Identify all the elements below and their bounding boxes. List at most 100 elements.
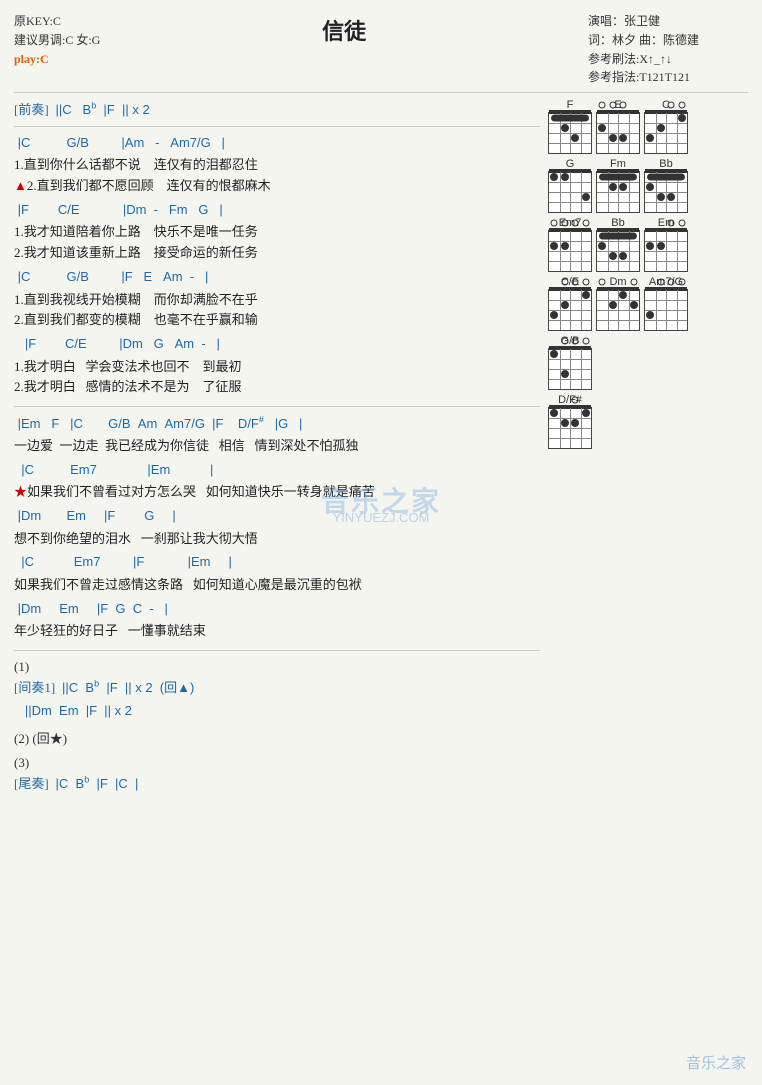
chorus-lyric-1: 一边爱 一边走 我已经成为你信徒 相信 情到深处不怕孤独 — [14, 436, 540, 457]
chord-bb: Bb — [644, 158, 688, 213]
divider-4 — [14, 650, 540, 651]
lyric-1-1: 1.直到你什么话都不说 连仅有的泪都忍住 — [14, 155, 540, 176]
interlude1-chords: [间奏1] ||C Bb |F || x 2 (回▲) — [14, 677, 540, 698]
chorus-lyrics3: 想不到你绝望的泪水 一刹那让我大彻大悟 — [14, 529, 540, 550]
interlude1-chord-2: ||Dm Em |F || x 2 — [14, 703, 132, 718]
chorus-chord-5: |Dm Em |F G C - | — [14, 601, 168, 616]
chord-bb2: Bb — [596, 217, 640, 272]
chord-dfs-grid — [548, 407, 592, 449]
chord-row-1: F — [548, 99, 748, 154]
strum-label: 参考刷法:X↑_↑↓ — [588, 50, 748, 68]
chord-dm: Dm — [596, 276, 640, 331]
chorus-chords2: |C Em7 |Em | — [14, 460, 540, 480]
part-2: (2) (回★) — [14, 728, 540, 747]
chorus-lyric-3: 想不到你绝望的泪水 一刹那让我大彻大悟 — [14, 529, 540, 550]
interlude1-chords2: ||Dm Em |F || x 2 — [14, 701, 540, 721]
lyric-3-2: 2.直到我们都变的模糊 也毫不在乎赢和输 — [14, 310, 540, 331]
interlude1-label: [间奏1] — [14, 680, 55, 695]
page: 原KEY:C 建议男调:C 女:G play:C 信徒 演唱：张卫健 词：林夕 … — [0, 0, 762, 1085]
verse1-chords4: |F C/E |Dm G Am - | — [14, 334, 540, 354]
lyric-1-2: ▲2.直到我们都不愿回顾 连仅有的恨都麻木 — [14, 176, 540, 197]
chord-row-4: C/E — [548, 276, 748, 331]
chord-row-6: D/F# — [548, 394, 748, 449]
chorus-chord-4: |C Em7 |F |Em | — [14, 554, 232, 569]
lyric-2-2: 2.我才知道该重新上路 接受命运的新任务 — [14, 243, 540, 264]
lyric-4-1: 1.我才明白 学会变法术也回不 到最初 — [14, 357, 540, 378]
watermark-url: YINYUEZJ.COM — [333, 510, 430, 525]
header: 原KEY:C 建议男调:C 女:G play:C 信徒 演唱：张卫健 词：林夕 … — [14, 12, 748, 86]
chord-fm: Fm — [596, 158, 640, 213]
chord-e-grid — [596, 112, 640, 154]
num-3-label: (3) — [14, 755, 540, 771]
chord-ce-grid — [548, 289, 592, 331]
recommended-key: 建议男调:C 女:G — [14, 31, 100, 50]
chorus-chord-3: |Dm Em |F G | — [14, 508, 176, 523]
verse1-lyrics4: 1.我才明白 学会变法术也回不 到最初 2.我才明白 感情的法术不是为 了征服 — [14, 357, 540, 399]
prelude-label: [前奏] — [14, 102, 49, 117]
chord-g-grid — [548, 171, 592, 213]
interlude-1: (1) [间奏1] ||C Bb |F || x 2 (回▲) ||Dm Em … — [14, 659, 540, 720]
chorus-lyric-4: 如果我们不曾走过感情这条路 如何知道心魔是最沉重的包袱 — [14, 575, 540, 596]
chorus-lyric-2: ★如果我们不曾看过对方怎么哭 如何知道快乐一转身就是痛苦 — [14, 482, 540, 503]
chord-am7g-grid — [644, 289, 688, 331]
verse1-chords3: |C G/B |F E Am - | — [14, 267, 540, 287]
footer-logo: 音乐之家 — [686, 1052, 746, 1073]
chord-f-grid — [548, 112, 592, 154]
chord-ce: C/E — [548, 276, 592, 331]
part-3: (3) [尾奏] |C Bb |F |C | — [14, 755, 540, 794]
chorus-lyric-5: 年少轻狂的好日子 一懂事就结束 — [14, 621, 540, 642]
chord-fm-grid — [596, 171, 640, 213]
main-content: [前奏] ||C Bb |F || x 2 |C G/B |Am - Am7/G… — [14, 99, 748, 796]
chord-row-3: Em7 — [548, 217, 748, 272]
lyric-3-1: 1.直到我视线开始模糊 而你却满脸不在乎 — [14, 290, 540, 311]
chord-line-3: |C G/B |F E Am - | — [14, 269, 208, 284]
chorus-lyrics2: ★如果我们不曾看过对方怎么哭 如何知道快乐一转身就是痛苦 — [14, 482, 540, 503]
chord-f: F — [548, 99, 592, 154]
chord-row-5: G/B — [548, 335, 748, 390]
chord-em: Em — [644, 217, 688, 272]
fingering-label: 参考指法:T121T121 — [588, 68, 748, 86]
header-left: 原KEY:C 建议男调:C 女:G play:C — [14, 12, 100, 86]
num-1-label: (1) — [14, 659, 540, 675]
verse1-chords2: |F C/E |Dm - Fm G | — [14, 200, 540, 220]
chord-em7: Em7 — [548, 217, 592, 272]
divider-2 — [14, 126, 540, 127]
lyric-2-1: 1.我才知道陪着你上路 快乐不是唯一任务 — [14, 222, 540, 243]
lyric-4-2: 2.我才明白 感情的法术不是为 了征服 — [14, 377, 540, 398]
chorus-chords5: |Dm Em |F G C - | — [14, 599, 540, 619]
verse1-lyrics1: 1.直到你什么话都不说 连仅有的泪都忍住 ▲2.直到我们都不愿回顾 连仅有的恨都… — [14, 155, 540, 197]
chord-line-2: |F C/E |Dm - Fm G | — [14, 202, 223, 217]
divider-1 — [14, 92, 748, 93]
chord-e: E — [596, 99, 640, 154]
chord-c-grid — [644, 112, 688, 154]
left-content: [前奏] ||C Bb |F || x 2 |C G/B |Am - Am7/G… — [14, 99, 540, 796]
credits: 词：林夕 曲：陈德建 — [588, 31, 748, 50]
chorus-lyrics4: 如果我们不曾走过感情这条路 如何知道心魔是最沉重的包袱 — [14, 575, 540, 596]
chord-g: G — [548, 158, 592, 213]
song-title: 信徒 — [100, 14, 588, 86]
prelude-chords: ||C Bb |F || x 2 — [52, 102, 150, 117]
outro-chord: |C Bb |F |C | — [52, 776, 138, 791]
interlude1-chord-1: ||C Bb |F || x 2 (回▲) — [58, 680, 194, 695]
chord-line-4: |F C/E |Dm G Am - | — [14, 336, 220, 351]
performer: 演唱：张卫健 — [588, 12, 748, 31]
chord-diagrams-panel: F — [548, 99, 748, 796]
verse1-chords1: |C G/B |Am - Am7/G | — [14, 133, 540, 153]
chord-dfs: D/F# — [548, 394, 592, 449]
chord-c: C — [644, 99, 688, 154]
outro-label: [尾奏] — [14, 776, 49, 791]
play-key: play:C — [14, 50, 100, 69]
verse1-lyrics2: 1.我才知道陪着你上路 快乐不是唯一任务 2.我才知道该重新上路 接受命运的新任… — [14, 222, 540, 264]
outro-chords: [尾奏] |C Bb |F |C | — [14, 773, 540, 794]
chord-bb-grid — [644, 171, 688, 213]
chorus-lyrics5: 年少轻狂的好日子 一懂事就结束 — [14, 621, 540, 642]
chord-em7-grid — [548, 230, 592, 272]
divider-3 — [14, 406, 540, 407]
chord-em-grid — [644, 230, 688, 272]
chord-line-1: |C G/B |Am - Am7/G | — [14, 135, 225, 150]
strum-info: 参考刷法:X↑_↑↓ 参考指法:T121T121 — [588, 50, 748, 86]
verse1-lyrics3: 1.直到我视线开始模糊 而你却满脸不在乎 2.直到我们都变的模糊 也毫不在乎赢和… — [14, 290, 540, 332]
original-key: 原KEY:C — [14, 12, 100, 31]
chord-gb: G/B — [548, 335, 592, 390]
chorus-chords3: |Dm Em |F G | — [14, 506, 540, 526]
